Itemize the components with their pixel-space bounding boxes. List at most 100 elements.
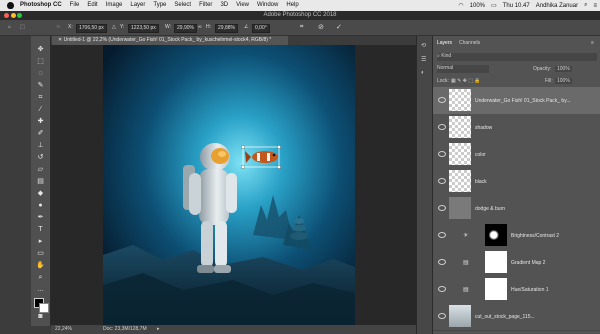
panel-dock-strip: ⟲ ☰ ◐ — [416, 36, 433, 334]
minimize-window-icon[interactable] — [10, 13, 16, 18]
wifi-icon[interactable]: ◠ — [455, 2, 466, 9]
adjustments-panel-icon[interactable]: ◐ — [421, 70, 425, 76]
blend-mode-select[interactable]: Normal — [437, 65, 489, 73]
layer-thumbnail — [449, 143, 471, 165]
menu-file[interactable]: File — [66, 0, 84, 11]
menu-window[interactable]: Window — [253, 0, 282, 11]
filter-kind-select[interactable]: Kind — [441, 53, 451, 59]
layer-row[interactable]: cut_out_stock_page_115... — [433, 303, 600, 331]
tab-document[interactable]: ✕ Untitled-1 @ 22,2% (Underwater_Go Fish… — [52, 36, 288, 45]
menu-edit[interactable]: Edit — [83, 0, 101, 11]
eyedropper-icon[interactable]: ⁄ — [36, 105, 45, 114]
eye-icon[interactable] — [438, 286, 446, 292]
menu-view[interactable]: View — [232, 0, 253, 11]
menu-help[interactable]: Help — [282, 0, 302, 11]
quick-select-icon[interactable]: ✎ — [36, 81, 45, 90]
commit-transform-icon[interactable]: ✓ — [336, 24, 342, 31]
history-panel-icon[interactable]: ⟲ — [421, 42, 426, 49]
lasso-icon[interactable]: ◌ — [36, 69, 45, 78]
layer-row[interactable]: Underwater_Go Fish! 01_Stock Pack_ by... — [433, 87, 600, 115]
more-tools-icon[interactable]: … — [36, 285, 45, 294]
adjustment-icon: ☀ — [463, 233, 469, 239]
path-select-icon[interactable]: ▸ — [36, 237, 45, 246]
layer-row[interactable]: ▤ Hue/Saturation 1 — [433, 276, 600, 304]
eye-icon[interactable] — [438, 205, 446, 211]
w-field[interactable]: 29,90% — [174, 24, 197, 33]
layer-row[interactable]: shadow — [433, 114, 600, 142]
warp-icon[interactable]: ⌗ — [300, 24, 303, 31]
eye-icon[interactable] — [438, 151, 446, 157]
menu-app-name[interactable]: Photoshop CC — [16, 0, 66, 11]
blur-icon[interactable]: ◆ — [36, 189, 45, 198]
menu-select[interactable]: Select — [170, 0, 195, 11]
menu-filter[interactable]: Filter — [195, 0, 216, 11]
zoom-icon[interactable]: ⌕ — [36, 273, 45, 282]
eye-icon[interactable] — [438, 313, 446, 319]
battery-label[interactable]: 100% — [467, 3, 488, 9]
menu-type[interactable]: Type — [149, 0, 170, 11]
properties-panel-icon[interactable]: ☰ — [421, 56, 426, 63]
layer-row[interactable]: ☀ Brightness/Contrast 2 — [433, 222, 600, 250]
apple-icon[interactable] — [7, 2, 14, 9]
h-label: H: — [206, 24, 211, 30]
layer-name: dodge & burn — [475, 206, 506, 212]
zoom-window-icon[interactable] — [17, 13, 23, 18]
eye-icon[interactable] — [438, 178, 446, 184]
stamp-icon[interactable]: ⊥ — [36, 141, 45, 150]
type-icon[interactable]: T — [36, 225, 45, 234]
transform-icon[interactable]: ⬚ — [20, 24, 25, 31]
layer-name: Underwater_Go Fish! 01_Stock Pack_ by... — [475, 98, 571, 104]
user-name[interactable]: Andhika Zanuar — [533, 3, 581, 9]
quick-mask-icon[interactable]: ◙ — [36, 312, 45, 321]
reference-point-icon[interactable]: ⁙ — [56, 24, 60, 31]
shape-icon[interactable]: ▭ — [36, 249, 45, 258]
cancel-transform-icon[interactable]: ⊘ — [318, 24, 324, 31]
tab-channels[interactable]: Channels — [459, 40, 480, 46]
move-icon[interactable]: ✥ — [36, 45, 45, 54]
fill-field[interactable]: 100% — [555, 78, 572, 84]
clock-label[interactable]: Thu 10.47 — [500, 3, 533, 9]
status-menu-icon[interactable]: ▸ — [157, 325, 160, 334]
artwork[interactable] — [103, 45, 355, 325]
zoom-level[interactable]: 22,24% — [55, 325, 72, 334]
x-field[interactable]: 1706,50 px — [76, 24, 107, 33]
marquee-icon[interactable]: ⬚ — [36, 57, 45, 66]
eye-icon[interactable] — [438, 232, 446, 238]
menu-3d[interactable]: 3D — [216, 0, 232, 11]
close-window-icon[interactable] — [4, 13, 9, 18]
tab-layers[interactable]: Layers — [437, 40, 452, 46]
link-icon[interactable]: ∞ — [198, 24, 202, 31]
relative-position-icon[interactable]: △ — [112, 24, 116, 31]
document-canvas[interactable] — [103, 45, 355, 325]
menu-list-icon[interactable]: ≡ — [590, 3, 600, 9]
angle-field[interactable]: 0,00° — [252, 24, 270, 33]
eye-icon[interactable] — [438, 124, 446, 130]
y-field[interactable]: 1223,50 px — [128, 24, 159, 33]
search-icon[interactable]: ⌕ — [581, 2, 590, 9]
crop-icon[interactable]: ⌗ — [36, 93, 45, 102]
brush-icon[interactable]: ✐ — [36, 129, 45, 138]
layer-row[interactable]: ▤ Gradient Map 2 — [433, 249, 600, 277]
layer-row[interactable]: color — [433, 141, 600, 169]
lock-icons[interactable]: ▦ ✎ ✥ ⬚ 🔒 — [451, 78, 481, 84]
menu-layer[interactable]: Layer — [126, 0, 149, 11]
h-field[interactable]: 29,88% — [215, 24, 238, 33]
layer-row[interactable]: black — [433, 168, 600, 196]
gradient-icon[interactable]: ▤ — [36, 177, 45, 186]
layer-row[interactable]: dodge & burn — [433, 195, 600, 223]
panel-menu-icon[interactable]: ≡ — [591, 40, 594, 46]
history-brush-icon[interactable]: ↺ — [36, 153, 45, 162]
healing-icon[interactable]: ✚ — [36, 117, 45, 126]
home-icon[interactable]: ⌂ — [8, 24, 11, 31]
doc-size-info[interactable]: Doc: 23,3M/128,7M — [103, 325, 147, 334]
dodge-icon[interactable]: ● — [36, 201, 45, 210]
eye-icon[interactable] — [438, 259, 446, 265]
angle-unit: ° — [264, 25, 267, 31]
pen-icon[interactable]: ✒ — [36, 213, 45, 222]
opacity-field[interactable]: 100% — [555, 66, 572, 72]
hand-icon[interactable]: ✋ — [36, 261, 45, 270]
eraser-icon[interactable]: ▱ — [36, 165, 45, 174]
menu-image[interactable]: Image — [102, 0, 127, 11]
layer-thumbnail — [485, 278, 507, 300]
eye-icon[interactable] — [438, 97, 446, 103]
